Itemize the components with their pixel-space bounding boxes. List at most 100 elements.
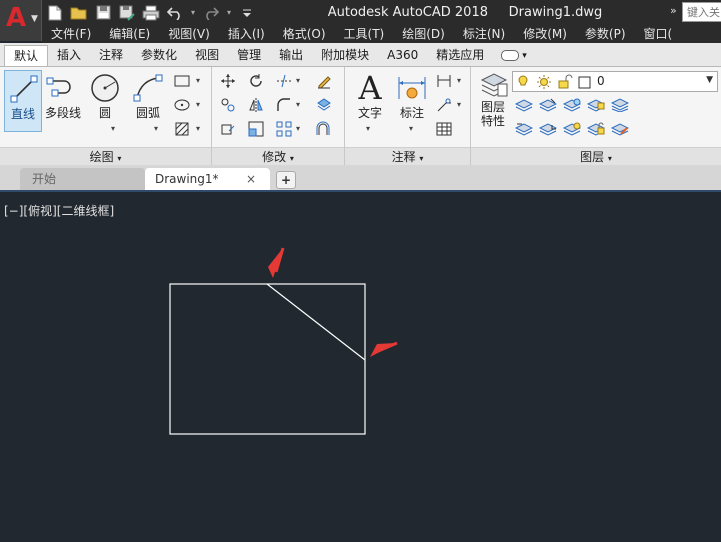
panel-title-draw[interactable]: 绘图 ▾: [0, 147, 211, 165]
layer-lock-icon[interactable]: [585, 95, 607, 115]
circle-dropdown-icon[interactable]: ▾: [111, 124, 115, 133]
layer-properties-label-2: 特性: [480, 114, 505, 128]
ribbon-minimize-button[interactable]: ▾: [493, 45, 535, 66]
tab-a360[interactable]: A360: [378, 45, 427, 66]
array-icon[interactable]: [273, 119, 295, 139]
diagonal-line[interactable]: [266, 283, 366, 361]
leader-icon[interactable]: [433, 95, 455, 115]
layer-match-icon[interactable]: [609, 95, 631, 115]
layer-dropdown[interactable]: 0 ▼: [512, 71, 718, 92]
tab-view[interactable]: 视图: [186, 45, 228, 66]
rectangle-icon[interactable]: [171, 71, 193, 91]
line-button[interactable]: 直线: [4, 70, 42, 132]
layer-thaw-icon[interactable]: [561, 119, 583, 139]
panel-title-layers[interactable]: 图层 ▾: [471, 147, 721, 165]
table-icon[interactable]: [433, 119, 455, 139]
open-file-icon[interactable]: [68, 3, 90, 23]
polyline-label: 多段线: [44, 106, 81, 120]
rotate-icon[interactable]: [245, 71, 267, 91]
chevron-right-icon[interactable]: »: [670, 4, 677, 17]
menu-file[interactable]: 文件(F): [42, 25, 100, 43]
tab-output[interactable]: 输出: [270, 45, 312, 66]
layer-off-icon[interactable]: [513, 95, 535, 115]
document-name: Drawing1.dwg: [508, 5, 603, 20]
arc-button[interactable]: 圆弧: [129, 70, 167, 128]
arc-dropdown-icon[interactable]: ▾: [154, 124, 158, 133]
new-tab-button[interactable]: +: [276, 171, 296, 189]
layer-properties-button[interactable]: 图层 特性: [475, 70, 511, 128]
hatch-ellipse-icon[interactable]: [171, 95, 193, 115]
erase-icon[interactable]: [313, 71, 335, 91]
menu-tools[interactable]: 工具(T): [335, 25, 394, 43]
layer-merge-icon[interactable]: [609, 119, 631, 139]
offset-icon[interactable]: [313, 119, 335, 139]
undo-icon[interactable]: [164, 3, 186, 23]
menu-draw[interactable]: 绘图(D): [393, 25, 454, 43]
layer-freeze-icon[interactable]: [561, 95, 583, 115]
leader-dropdown-icon[interactable]: ▾: [457, 100, 461, 109]
close-icon[interactable]: ×: [246, 168, 256, 190]
stretch-icon[interactable]: [217, 119, 239, 139]
rectangle-dropdown-icon[interactable]: ▾: [196, 76, 200, 85]
mirror-icon[interactable]: [245, 95, 267, 115]
application-menu-button[interactable]: A ▼: [0, 0, 42, 41]
panel-layers: 图层 特性 0 ▼ 图层 ▾: [471, 67, 721, 165]
linear-dimension-icon[interactable]: [433, 71, 455, 91]
menu-view[interactable]: 视图(V): [159, 25, 219, 43]
print-icon[interactable]: [140, 3, 162, 23]
drawing-area[interactable]: [0, 192, 721, 542]
layer-isolate-icon[interactable]: [537, 95, 559, 115]
tab-parametric[interactable]: 参数化: [132, 45, 186, 66]
tab-default[interactable]: 默认: [4, 45, 49, 66]
polyline-button[interactable]: 多段线: [43, 70, 83, 128]
menu-parametric[interactable]: 参数(P): [576, 25, 635, 43]
new-file-icon[interactable]: [44, 3, 66, 23]
circle-button[interactable]: 圆: [86, 70, 124, 128]
tab-manage[interactable]: 管理: [228, 45, 270, 66]
menu-modify[interactable]: 修改(M): [514, 25, 576, 43]
tab-featured-apps[interactable]: 精选应用: [427, 45, 493, 66]
line-label: 直线: [10, 107, 35, 121]
layer-walk-icon[interactable]: [537, 119, 559, 139]
layer-previous-icon[interactable]: [513, 119, 535, 139]
dimension-dropdown-icon[interactable]: ▾: [409, 124, 413, 133]
fillet-dropdown-icon[interactable]: ▾: [296, 100, 300, 109]
hatch-dropdown-icon[interactable]: ▾: [196, 124, 200, 133]
search-box[interactable]: »: [670, 2, 721, 22]
copy-icon[interactable]: [217, 95, 239, 115]
menu-edit[interactable]: 编辑(E): [100, 25, 159, 43]
undo-dropdown-icon[interactable]: ▾: [188, 3, 198, 23]
rectangle-shape[interactable]: [169, 283, 366, 435]
ellipse-dropdown-icon[interactable]: ▾: [196, 100, 200, 109]
redo-dropdown-icon[interactable]: ▾: [224, 3, 234, 23]
save-icon[interactable]: [92, 3, 114, 23]
trim-icon[interactable]: [273, 71, 295, 91]
move-icon[interactable]: [217, 71, 239, 91]
tab-start[interactable]: 开始: [20, 168, 145, 190]
search-input[interactable]: [683, 3, 721, 21]
explode-icon[interactable]: [313, 95, 335, 115]
text-dropdown-icon[interactable]: ▾: [366, 124, 370, 133]
redo-icon[interactable]: [200, 3, 222, 23]
scale-icon[interactable]: [245, 119, 267, 139]
layer-unlock-icon[interactable]: [585, 119, 607, 139]
text-button[interactable]: A 文字: [351, 70, 389, 128]
fillet-icon[interactable]: [273, 95, 295, 115]
drawing-canvas[interactable]: [−][俯视][二维线框]: [0, 190, 721, 542]
menu-insert[interactable]: 插入(I): [219, 25, 274, 43]
panel-title-modify[interactable]: 修改 ▾: [212, 147, 344, 165]
menu-window[interactable]: 窗口(: [635, 25, 682, 43]
menu-dimension[interactable]: 标注(N): [454, 25, 514, 43]
panel-title-annotation[interactable]: 注释 ▾: [345, 147, 470, 165]
dimension-button[interactable]: 标注: [393, 70, 431, 128]
menu-format[interactable]: 格式(O): [274, 25, 335, 43]
tab-annotate[interactable]: 注释: [90, 45, 132, 66]
tab-insert[interactable]: 插入: [48, 45, 90, 66]
tab-drawing1[interactable]: Drawing1* ×: [145, 168, 270, 190]
array-dropdown-icon[interactable]: ▾: [296, 124, 300, 133]
hatch-icon[interactable]: [171, 119, 193, 139]
tab-addins[interactable]: 附加模块: [312, 45, 378, 66]
save-as-icon[interactable]: [116, 3, 138, 23]
trim-dropdown-icon[interactable]: ▾: [296, 76, 300, 85]
linear-dropdown-icon[interactable]: ▾: [457, 76, 461, 85]
